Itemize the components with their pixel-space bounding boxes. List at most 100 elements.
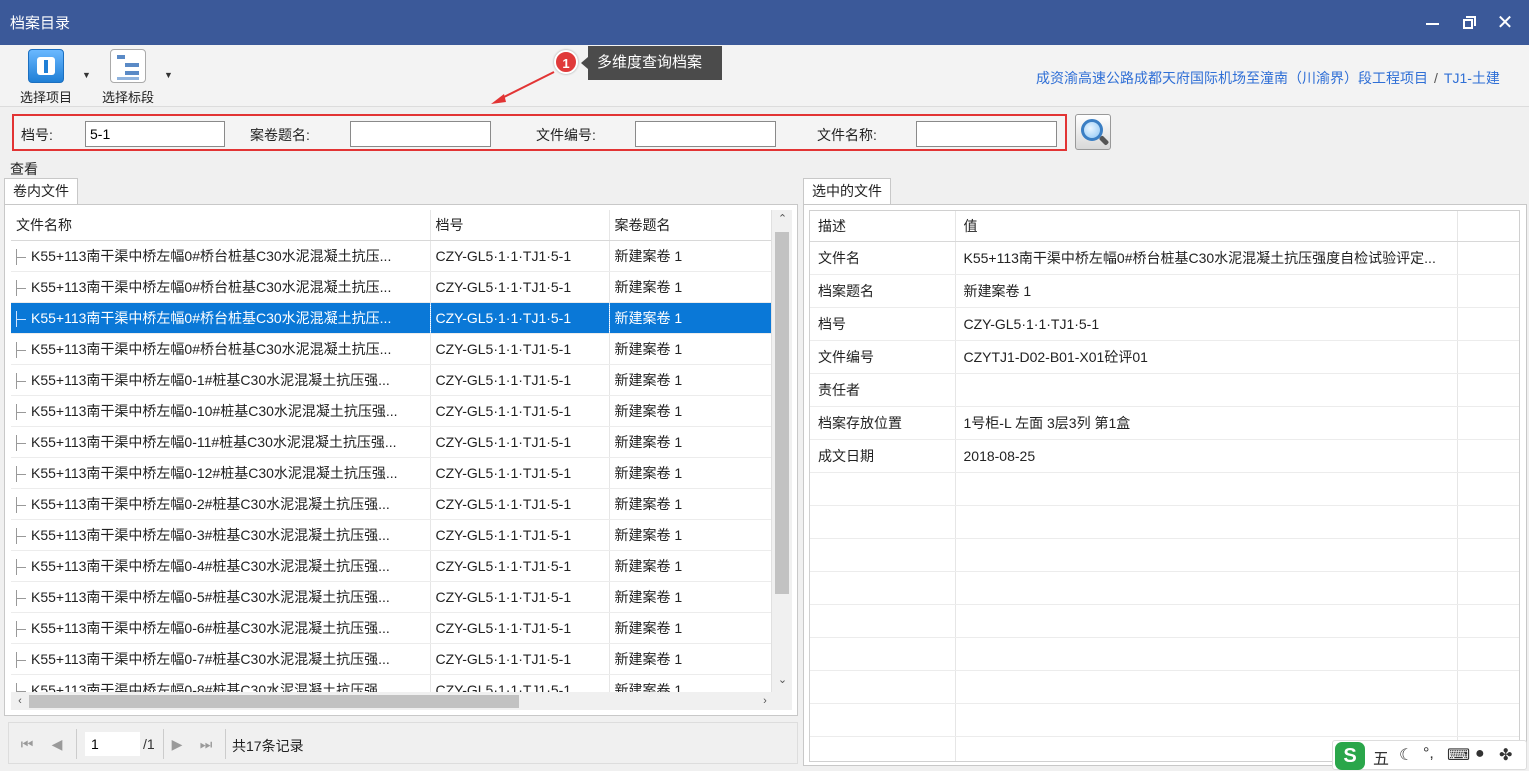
file-name-text: K55+113南干渠中桥左幅0-7#桩基C30水泥混凝土抗压强... [31, 650, 390, 667]
archive-no-input[interactable] [85, 121, 225, 147]
breadcrumb-project-link[interactable]: 成资渝高速公路成都天府国际机场至潼南（川渝界）段工程项目 [1036, 70, 1428, 86]
table-row[interactable]: K55+113南干渠中桥左幅0-4#桩基C30水泥混凝土抗压强... CZY-GL… [11, 550, 771, 582]
prev-page-icon[interactable]: ◀ [48, 735, 66, 753]
tree-connector-icon [16, 279, 28, 296]
restore-button[interactable] [1456, 10, 1482, 36]
file-no-input[interactable] [635, 121, 776, 147]
property-cell [955, 505, 1458, 539]
property-row[interactable] [810, 571, 1519, 605]
property-row[interactable] [810, 703, 1519, 737]
property-cell: 档案存放位置 [810, 406, 956, 440]
scroll-right-icon[interactable]: › [756, 692, 774, 710]
column-header[interactable]: 描述 [810, 211, 956, 242]
page-number-input[interactable] [85, 732, 140, 756]
table-cell: K55+113南干渠中桥左幅0-10#桩基C30水泥混凝土抗压强... [11, 395, 431, 427]
property-row[interactable] [810, 505, 1519, 539]
tab-selected-file[interactable]: 选中的文件 [803, 178, 891, 204]
table-cell: 新建案卷 1 [609, 550, 771, 582]
search-button[interactable] [1075, 114, 1111, 150]
scroll-up-icon[interactable]: ⌃ [772, 212, 793, 230]
first-page-icon[interactable]: ⏮ [18, 735, 36, 753]
table-row[interactable]: K55+113南干渠中桥左幅0#桥台桩基C30水泥混凝土抗压... CZY-GL5… [11, 271, 771, 303]
property-row[interactable]: 档案题名 新建案卷 1 [810, 274, 1519, 308]
moon-icon[interactable]: ☾ [1399, 745, 1413, 765]
property-cell [1457, 604, 1519, 638]
property-cell [810, 571, 956, 605]
property-row[interactable]: 档号 CZY-GL5·1·1·TJ1·5-1 [810, 307, 1519, 341]
table-row[interactable]: K55+113南干渠中桥左幅0-2#桩基C30水泥混凝土抗压强... CZY-GL… [11, 488, 771, 520]
column-header[interactable]: 文件名称 [11, 210, 431, 241]
select-section-button[interactable]: 选择标段 [96, 49, 160, 106]
property-row[interactable]: 档案存放位置 1号柜-L 左面 3层3列 第1盒 [810, 406, 1519, 440]
volume-title-input[interactable] [350, 121, 491, 147]
page-total: /1 [143, 736, 155, 752]
property-row[interactable]: 责任者 [810, 373, 1519, 407]
property-cell: 成文日期 [810, 439, 956, 473]
property-row[interactable] [810, 670, 1519, 704]
property-row[interactable] [810, 472, 1519, 506]
table-row[interactable]: K55+113南干渠中桥左幅0-12#桩基C30水泥混凝土抗压强... CZY-G… [11, 457, 771, 489]
property-row[interactable]: 文件名 K55+113南干渠中桥左幅0#桥台桩基C30水泥混凝土抗压强度自检试验评… [810, 241, 1519, 275]
table-row[interactable]: K55+113南干渠中桥左幅0-10#桩基C30水泥混凝土抗压强... CZY-G… [11, 395, 771, 427]
table-row[interactable]: K55+113南干渠中桥左幅0-3#桩基C30水泥混凝土抗压强... CZY-GL… [11, 519, 771, 551]
property-row[interactable] [810, 604, 1519, 638]
property-cell: 文件编号 [810, 340, 956, 374]
toolbox-icon[interactable]: ✤ [1499, 745, 1512, 765]
close-button[interactable]: ✕ [1492, 10, 1518, 36]
table-row[interactable]: K55+113南干渠中桥左幅0-8#桩基C30水泥混凝土抗压强... CZY-GL… [11, 674, 771, 692]
select-section-dropdown-icon[interactable]: ▼ [164, 70, 173, 80]
property-row[interactable] [810, 538, 1519, 572]
file-name-input[interactable] [916, 121, 1057, 147]
ime-mode[interactable]: 五 [1373, 745, 1389, 769]
tree-connector-icon [16, 372, 28, 389]
table-row[interactable]: K55+113南干渠中桥左幅0-5#桩基C30水泥混凝土抗压强... CZY-GL… [11, 581, 771, 613]
table-row[interactable]: K55+113南干渠中桥左幅0-1#桩基C30水泥混凝土抗压强... CZY-GL… [11, 364, 771, 396]
tree-connector-icon [16, 465, 28, 482]
pager: ⏮ ◀ /1 ▶ ⏭ 共17条记录 [8, 722, 798, 764]
table-row[interactable]: K55+113南干渠中桥左幅0#桥台桩基C30水泥混凝土抗压... CZY-GL5… [11, 302, 771, 334]
tree-connector-icon [16, 434, 28, 451]
property-row[interactable]: 成文日期 2018-08-25 [810, 439, 1519, 473]
ime-toolbar[interactable]: S 五 ☾ °, ⌨ ● ✤ [1332, 740, 1527, 770]
table-cell: CZY-GL5·1·1·TJ1·5-1 [430, 643, 610, 675]
vertical-scrollbar[interactable]: ⌃ ⌄ [771, 210, 792, 693]
scroll-down-icon[interactable]: ⌄ [772, 673, 793, 691]
property-row[interactable] [810, 637, 1519, 671]
minimize-button[interactable] [1420, 10, 1446, 36]
horizontal-scrollbar[interactable]: ‹ › [11, 692, 792, 710]
table-cell: K55+113南干渠中桥左幅0-11#桩基C30水泥混凝土抗压强... [11, 426, 431, 458]
table-row[interactable]: K55+113南干渠中桥左幅0#桥台桩基C30水泥混凝土抗压... CZY-GL5… [11, 333, 771, 365]
column-header[interactable]: 值 [955, 211, 1458, 242]
keyboard-icon[interactable]: ⌨ [1447, 745, 1470, 765]
toolbar: 选择项目 ▼ 选择标段 ▼ 成资渝高速公路成都天府国际机场至潼南（川渝界）段工程… [0, 45, 1529, 107]
table-cell: CZY-GL5·1·1·TJ1·5-1 [430, 395, 610, 427]
file-name-text: K55+113南干渠中桥左幅0#桥台桩基C30水泥混凝土抗压... [31, 278, 392, 295]
property-cell [1457, 241, 1519, 275]
table-row[interactable]: K55+113南干渠中桥左幅0#桥台桩基C30水泥混凝土抗压... CZY-GL5… [11, 240, 771, 272]
file-name-text: K55+113南干渠中桥左幅0-4#桩基C30水泥混凝土抗压强... [31, 557, 390, 574]
table-cell: K55+113南干渠中桥左幅0#桥台桩基C30水泥混凝土抗压... [11, 240, 431, 272]
tab-volume-files[interactable]: 卷内文件 [4, 178, 78, 204]
tree-connector-icon [16, 403, 28, 420]
user-icon[interactable]: ● [1475, 745, 1485, 763]
file-name-text: K55+113南干渠中桥左幅0#桥台桩基C30水泥混凝土抗压... [31, 340, 392, 357]
column-header[interactable]: 案卷题名 [609, 210, 771, 241]
table-row[interactable]: K55+113南干渠中桥左幅0-6#桩基C30水泥混凝土抗压强... CZY-GL… [11, 612, 771, 644]
last-page-icon[interactable]: ⏭ [197, 735, 215, 753]
column-header[interactable]: 档号 [430, 210, 610, 241]
property-cell [810, 703, 956, 737]
table-row[interactable]: K55+113南干渠中桥左幅0-7#桩基C30水泥混凝土抗压强... CZY-GL… [11, 643, 771, 675]
next-page-icon[interactable]: ▶ [168, 735, 186, 753]
tree-connector-icon [16, 341, 28, 358]
property-row[interactable]: 文件编号 CZYTJ1-D02-B01-X01砼评01 [810, 340, 1519, 374]
vertical-scroll-thumb[interactable] [775, 232, 789, 594]
property-cell [810, 670, 956, 704]
table-row[interactable]: K55+113南干渠中桥左幅0-11#桩基C30水泥混凝土抗压强... CZY-G… [11, 426, 771, 458]
scroll-left-icon[interactable]: ‹ [11, 692, 29, 710]
select-project-dropdown-icon[interactable]: ▼ [82, 70, 91, 80]
horizontal-scroll-thumb[interactable] [29, 695, 519, 708]
select-project-button[interactable]: 选择项目 [14, 49, 78, 106]
table-cell: K55+113南干渠中桥左幅0-2#桩基C30水泥混凝土抗压强... [11, 488, 431, 520]
breadcrumb-section-link[interactable]: TJ1-土建 [1444, 70, 1500, 86]
punctuation-icon[interactable]: °, [1423, 745, 1434, 763]
